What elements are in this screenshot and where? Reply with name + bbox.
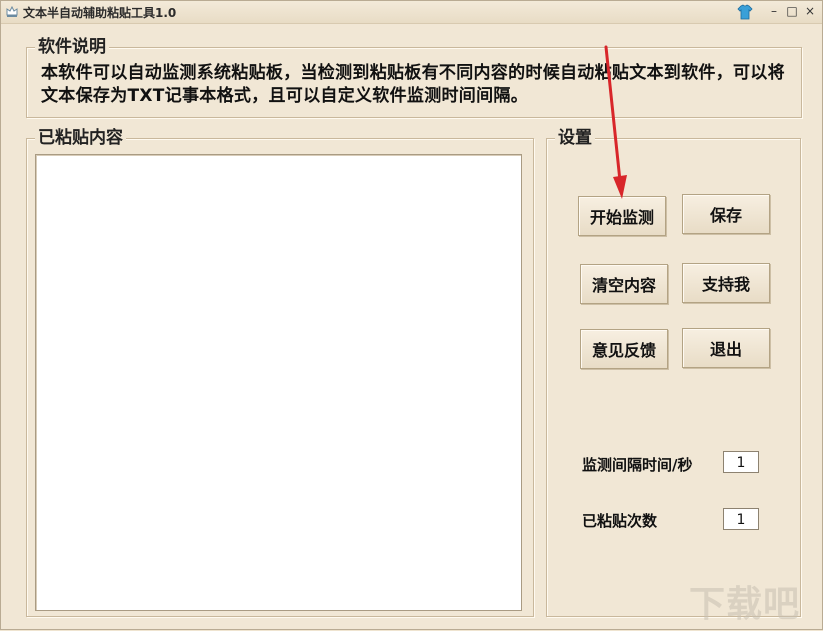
app-logo-icon xyxy=(6,5,18,17)
title-bar[interactable]: 文本半自动辅助粘贴工具1.0 – □ × xyxy=(1,1,822,24)
paste-count-field: 1 xyxy=(723,508,759,530)
interval-label: 监测间隔时间/秒 xyxy=(582,456,693,474)
description-legend: 软件说明 xyxy=(35,37,109,57)
watermark: 下载吧 xyxy=(689,584,801,625)
maximize-button[interactable]: □ xyxy=(785,3,799,19)
pasted-content-legend: 已粘贴内容 xyxy=(35,128,126,148)
start-monitor-button[interactable]: 开始监测 xyxy=(578,196,666,236)
app-window: 文本半自动辅助粘贴工具1.0 – □ × 软件说明 本软件可以自动监测系统粘贴板… xyxy=(0,0,823,630)
support-me-button[interactable]: 支持我 xyxy=(682,263,770,303)
exit-button[interactable]: 退出 xyxy=(682,328,770,368)
save-button[interactable]: 保存 xyxy=(682,194,770,234)
pasted-content-group: 已粘贴内容 xyxy=(26,128,534,617)
settings-legend: 设置 xyxy=(555,128,595,148)
interval-input[interactable]: 1 xyxy=(723,451,759,473)
window-title: 文本半自动辅助粘贴工具1.0 xyxy=(23,6,177,20)
description-group: 软件说明 本软件可以自动监测系统粘贴板，当检测到粘贴板有不同内容的时候自动粘贴文… xyxy=(26,37,802,118)
paste-count-label: 已粘贴次数 xyxy=(582,512,658,530)
minimize-button[interactable]: – xyxy=(767,3,781,19)
skin-shirt-icon[interactable] xyxy=(737,4,753,20)
description-text: 本软件可以自动监测系统粘贴板，当检测到粘贴板有不同内容的时候自动粘贴文本到软件，… xyxy=(41,63,785,106)
pasted-content-textarea[interactable] xyxy=(35,154,522,611)
clear-content-button[interactable]: 清空内容 xyxy=(580,264,668,304)
feedback-button[interactable]: 意见反馈 xyxy=(580,329,668,369)
close-button[interactable]: × xyxy=(803,3,817,19)
